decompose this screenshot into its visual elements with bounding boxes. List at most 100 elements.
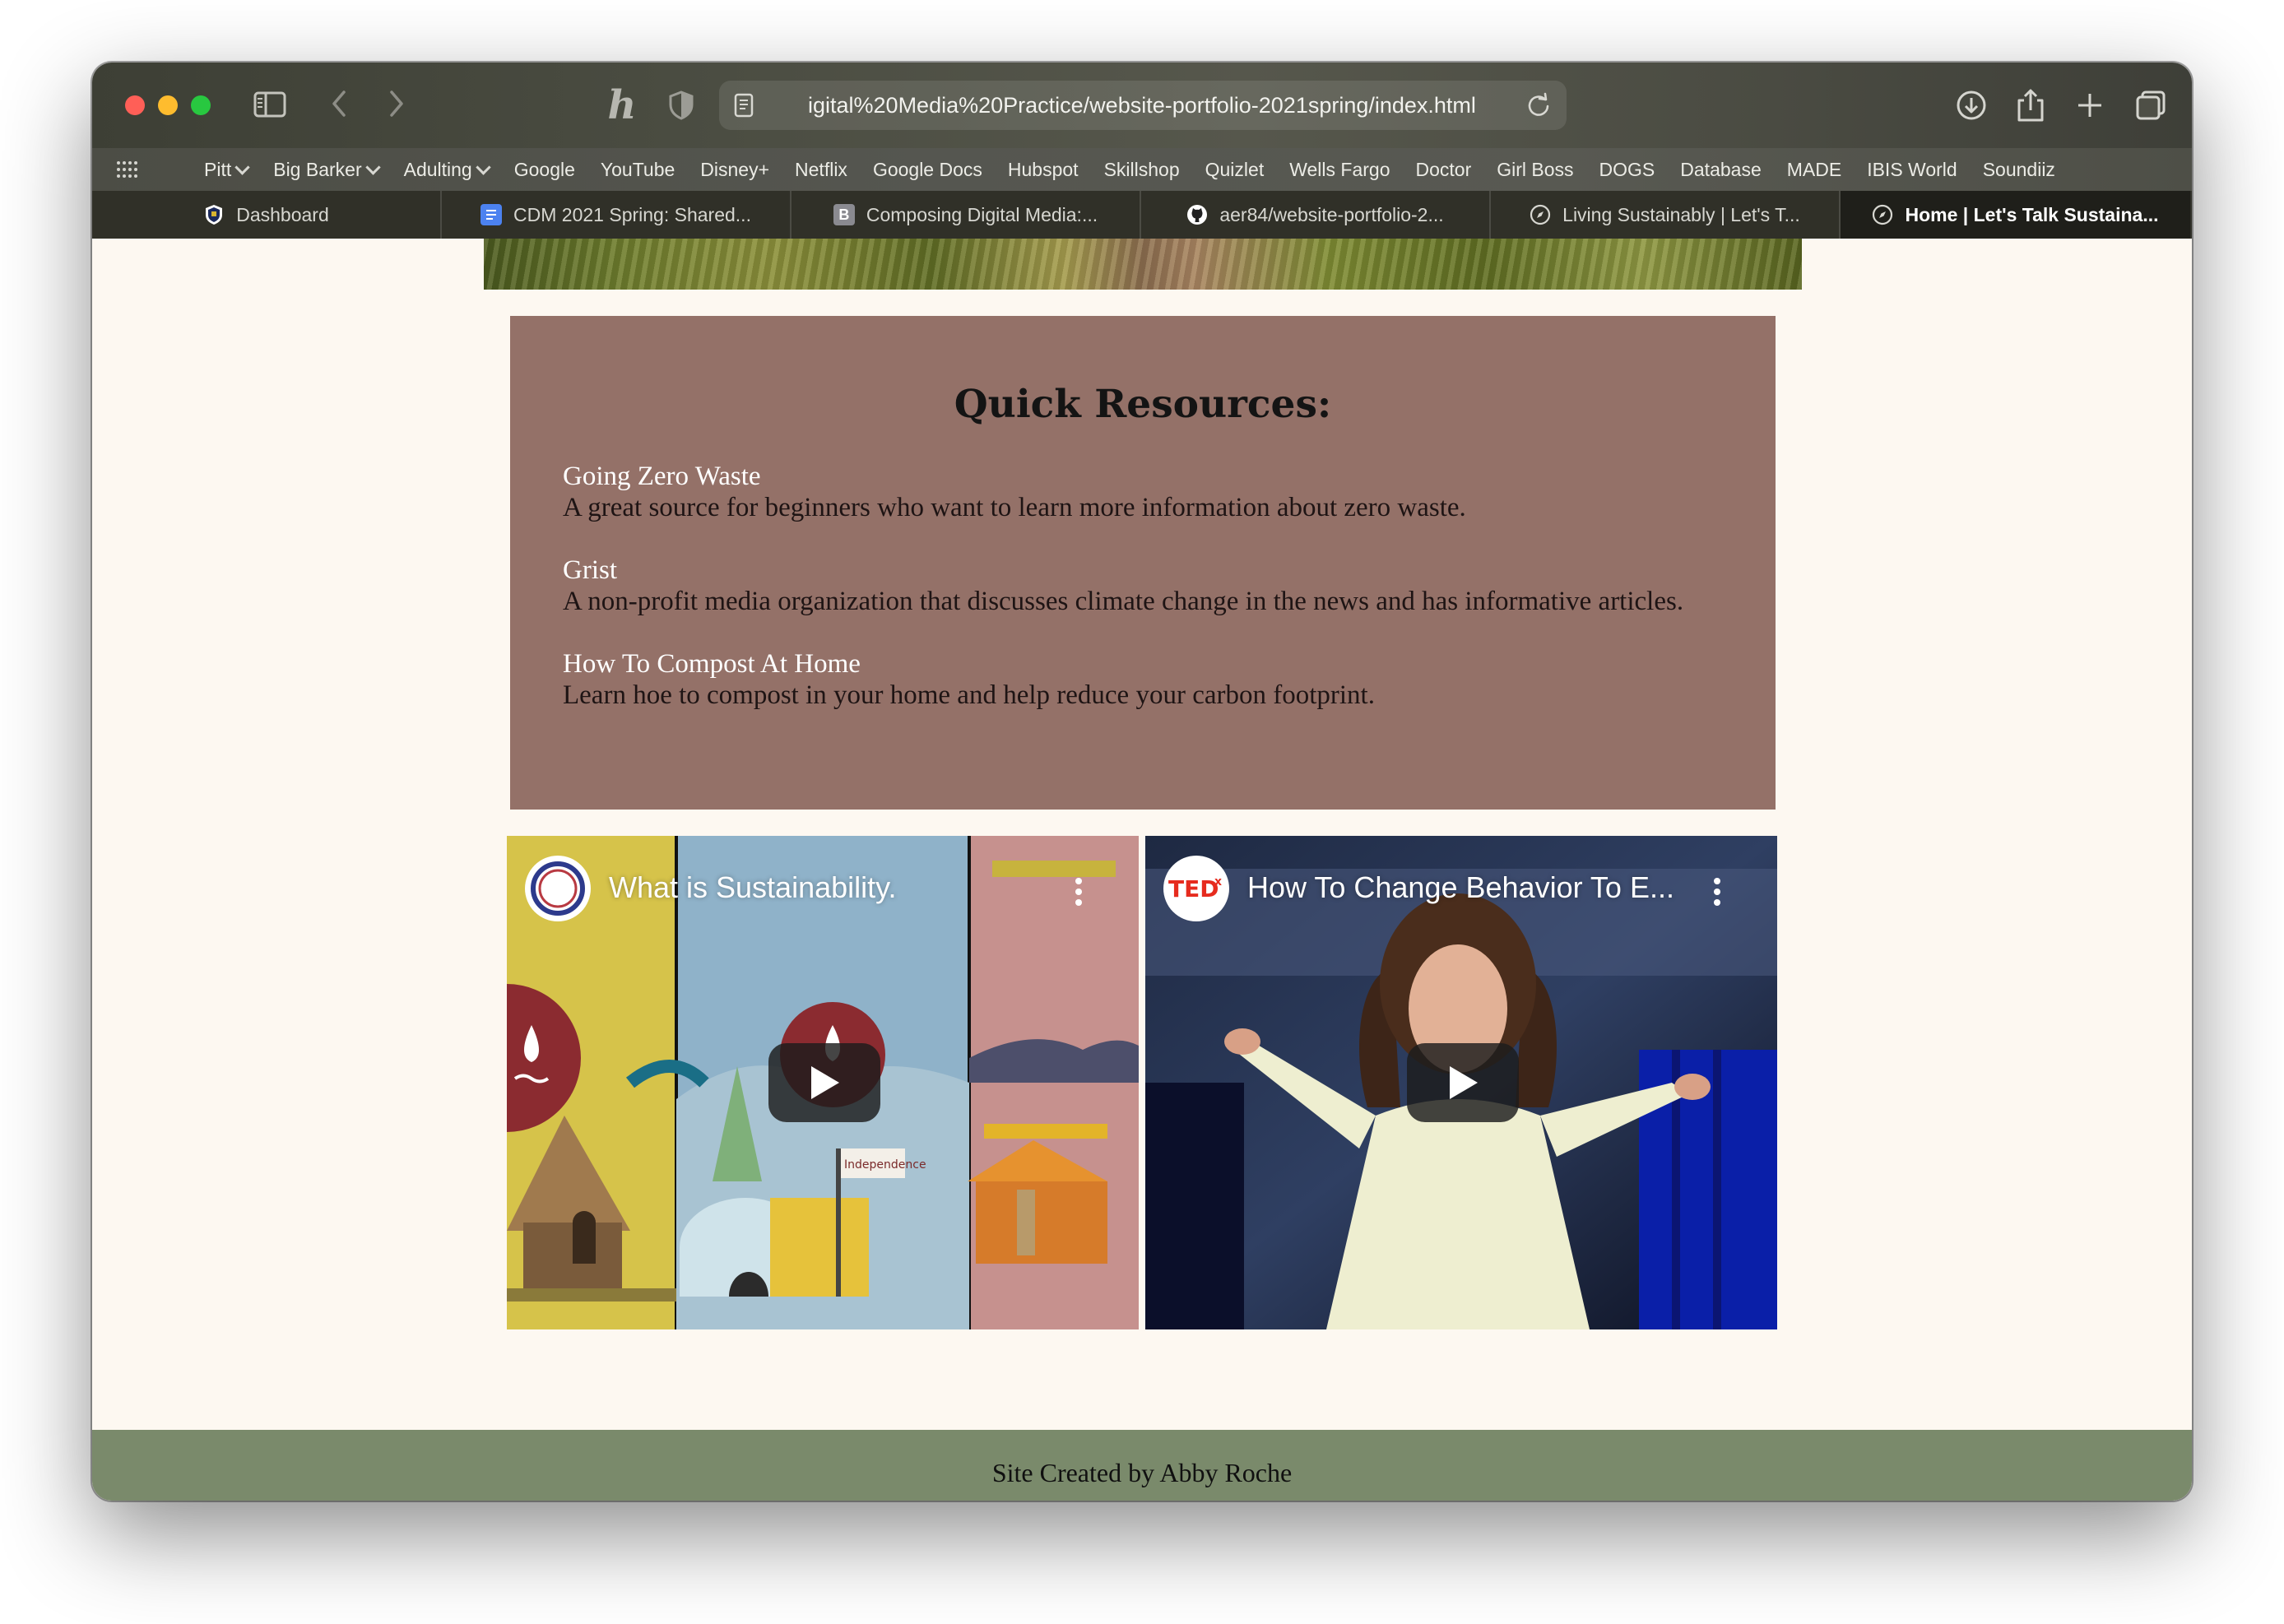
bookmark-label: Wells Fargo: [1289, 158, 1390, 180]
compass-icon: [1530, 204, 1551, 225]
google-docs-icon: [480, 204, 503, 225]
play-button-icon[interactable]: [768, 1043, 880, 1122]
grid-apps-icon[interactable]: [115, 158, 138, 181]
bookmark-wells-fargo[interactable]: Wells Fargo: [1289, 159, 1390, 181]
zoom-window-button[interactable]: [191, 95, 211, 115]
tab[interactable]: B Composing Digital Media:...: [792, 191, 1141, 239]
bookmark-label: Database: [1680, 158, 1762, 180]
github-icon: [1186, 204, 1208, 225]
video-embed-sustainability[interactable]: Independence What is Sustainability.: [507, 836, 1139, 1329]
play-button-icon[interactable]: [1407, 1043, 1519, 1122]
address-bar[interactable]: igital%20Media%20Practice/website-portfo…: [719, 81, 1567, 130]
new-tab-icon[interactable]: [2070, 86, 2110, 125]
video-title[interactable]: What is Sustainability.: [609, 870, 896, 905]
sidebar-toggle-icon[interactable]: [253, 90, 286, 118]
reload-icon[interactable]: [1525, 92, 1552, 118]
bookmark-label: Doctor: [1415, 158, 1472, 180]
bookmark-google[interactable]: Google: [514, 159, 575, 181]
bookmark-label: Soundiiz: [1982, 158, 2055, 180]
tab-label: CDM 2021 Spring: Shared...: [513, 203, 751, 225]
more-options-icon[interactable]: [1713, 877, 1721, 907]
bookmark-label: Skillshop: [1103, 158, 1180, 180]
minimize-window-button[interactable]: [158, 95, 178, 115]
privacy-shield-icon[interactable]: [665, 87, 698, 123]
tab-active[interactable]: Home | Let's Talk Sustaina...: [1841, 191, 2190, 239]
back-arrow-icon[interactable]: [323, 87, 355, 120]
bookmark-skillshop[interactable]: Skillshop: [1104, 159, 1180, 181]
svg-text:Independence: Independence: [844, 1158, 926, 1172]
quick-resources-section: Quick Resources: Going Zero Waste A grea…: [510, 316, 1776, 810]
bookmark-database[interactable]: Database: [1680, 159, 1761, 181]
bookmark-girl-boss[interactable]: Girl Boss: [1497, 159, 1573, 181]
video-title[interactable]: How To Change Behavior To E...: [1247, 870, 1674, 905]
bookmark-disney[interactable]: Disney+: [700, 159, 769, 181]
bookmark-adulting[interactable]: Adulting: [403, 158, 491, 181]
bookmark-label: Netflix: [795, 158, 847, 180]
hero-image: [484, 239, 1802, 290]
tab-label: Living Sustainably | Let's T...: [1562, 203, 1800, 225]
bookmark-label: Disney+: [700, 158, 770, 180]
downloads-icon[interactable]: [1952, 86, 1991, 125]
web-page: Quick Resources: Going Zero Waste A grea…: [92, 239, 2192, 1501]
tab[interactable]: aer84/website-portfolio-2...: [1141, 191, 1491, 239]
bookmark-ibis-world[interactable]: IBIS World: [1867, 159, 1957, 181]
resource-link-zero-waste[interactable]: Going Zero Waste: [563, 461, 1723, 492]
bookmark-quizlet[interactable]: Quizlet: [1205, 159, 1265, 181]
url-text[interactable]: igital%20Media%20Practice/website-portfo…: [808, 90, 1516, 120]
tab-label: Home | Let's Talk Sustaina...: [1905, 203, 2159, 225]
bookmark-label: Girl Boss: [1497, 158, 1574, 180]
channel-avatar-icon[interactable]: [525, 856, 591, 921]
bookmark-label: Pitt: [204, 158, 232, 180]
tab-overview-icon[interactable]: [2131, 86, 2170, 125]
bookmarks-bar: Pitt Big Barker Adulting Google YouTube Disne…: [92, 148, 2192, 191]
chevron-down-icon: [476, 160, 491, 175]
bookmark-netflix[interactable]: Netflix: [795, 159, 847, 181]
bookmark-dogs[interactable]: DOGS: [1599, 159, 1655, 181]
bookmark-made[interactable]: MADE: [1787, 159, 1841, 181]
forward-arrow-icon[interactable]: [380, 87, 413, 120]
tab-label: Composing Digital Media:...: [866, 203, 1098, 225]
tab-label: aer84/website-portfolio-2...: [1219, 203, 1444, 225]
footer-credit: Site Created by Abby Roche: [991, 1458, 1293, 1487]
tab[interactable]: Living Sustainably | Let's T...: [1491, 191, 1841, 239]
bookmark-label: Google Docs: [872, 158, 982, 180]
chevron-down-icon: [234, 160, 250, 175]
bookmark-label: MADE: [1786, 158, 1842, 180]
bookmark-youtube[interactable]: YouTube: [601, 159, 675, 181]
bookmark-pitt[interactable]: Pitt: [204, 158, 250, 181]
tedx-logo-icon[interactable]: TED x: [1163, 856, 1229, 921]
bookmark-label: Quizlet: [1205, 158, 1265, 180]
bookmark-big-barker[interactable]: Big Barker: [273, 158, 381, 181]
resource-item: Grist A non-profit media organization th…: [563, 554, 1723, 617]
tab[interactable]: Dashboard: [92, 191, 442, 239]
resource-item: Going Zero Waste A great source for begi…: [563, 461, 1723, 523]
pitt-shield-icon: [203, 204, 225, 225]
svg-text:TED: TED: [1168, 875, 1219, 902]
more-options-icon[interactable]: [1075, 877, 1083, 907]
resource-link-compost[interactable]: How To Compost At Home: [563, 648, 1723, 680]
bookmark-label: Hubspot: [1007, 158, 1079, 180]
blackboard-b-icon: B: [833, 204, 855, 225]
browser-toolbar: h igital%20Media%20Practice/website-port…: [92, 63, 2192, 148]
bookmark-doctor[interactable]: Doctor: [1416, 159, 1472, 181]
bookmark-label: Adulting: [403, 158, 472, 180]
share-icon[interactable]: [2011, 86, 2050, 125]
honey-extension-icon[interactable]: h: [602, 82, 642, 128]
video-embed-tedx[interactable]: TED x How To Change Behavior To E...: [1145, 836, 1777, 1329]
tab-label: Dashboard: [236, 203, 329, 225]
resource-link-grist[interactable]: Grist: [563, 554, 1723, 586]
resource-item: How To Compost At Home Learn hoe to comp…: [563, 648, 1723, 711]
page-menu-icon[interactable]: [734, 92, 757, 118]
close-window-button[interactable]: [125, 95, 145, 115]
tab[interactable]: CDM 2021 Spring: Shared...: [442, 191, 792, 239]
bookmark-label: DOGS: [1599, 158, 1655, 180]
resource-description: Learn hoe to compost in your home and he…: [563, 680, 1375, 710]
bookmark-google-docs[interactable]: Google Docs: [873, 159, 982, 181]
bookmark-hubspot[interactable]: Hubspot: [1008, 159, 1079, 181]
tab-strip: Dashboard CDM 2021 Spring: Shared... B Comp…: [92, 191, 2192, 239]
bookmark-soundiiz[interactable]: Soundiiz: [1983, 159, 2055, 181]
svg-text:x: x: [1214, 875, 1222, 889]
resources-heading: Quick Resources:: [954, 382, 1332, 427]
bookmark-label: IBIS World: [1867, 158, 1957, 180]
bookmark-label: Big Barker: [273, 158, 362, 180]
